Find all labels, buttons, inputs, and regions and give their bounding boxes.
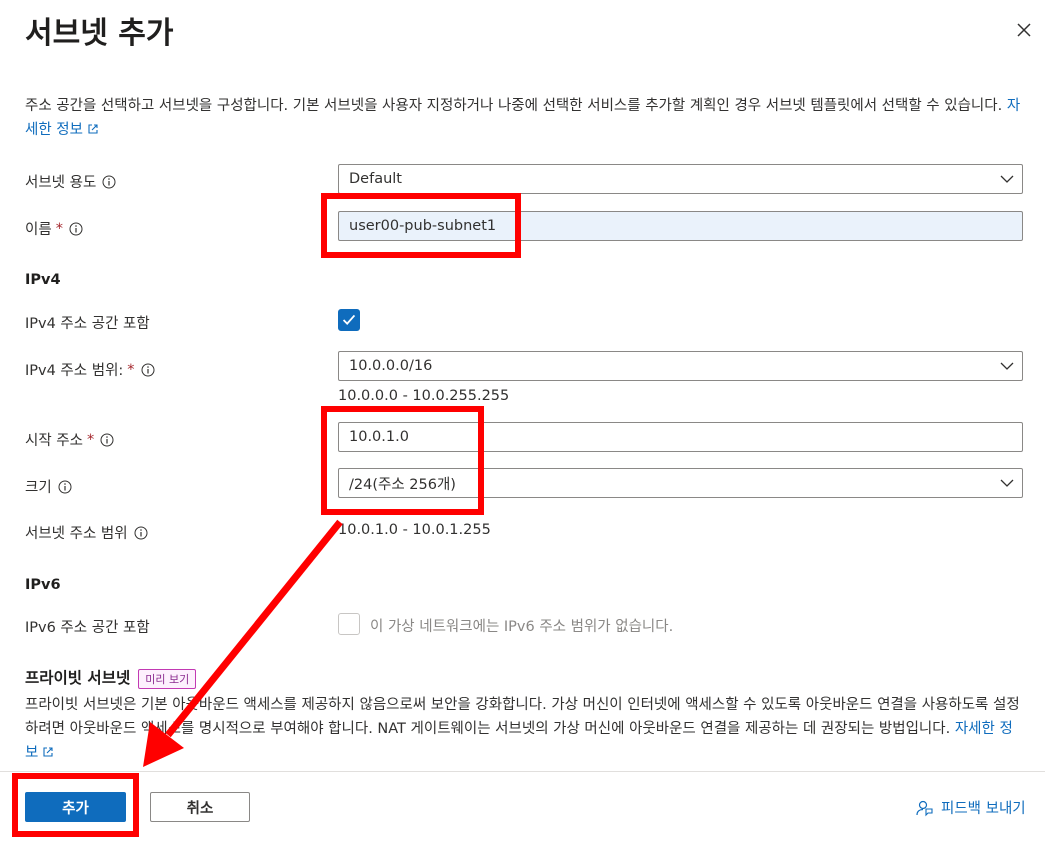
panel-description: 주소 공간을 선택하고 서브넷을 구성합니다. 기본 서브넷을 사용자 지정하거… [25,94,1025,142]
feedback-link[interactable]: 피드백 보내기 [915,797,1026,818]
info-icon[interactable] [100,433,114,447]
description-text: 주소 공간을 선택하고 서브넷을 구성합니다. 기본 서브넷을 사용자 지정하거… [25,98,1003,114]
subnet-range-label: 서브넷 주소 범위 [25,522,148,543]
size-select[interactable]: /24(주소 256개) [338,468,1023,498]
ipv6-section-title: IPv6 [25,577,61,593]
start-address-label: 시작 주소 * [25,429,114,450]
external-link-icon [88,124,98,134]
ipv4-range-label: IPv4 주소 범위: * [25,359,155,380]
feedback-icon [916,800,933,816]
info-icon[interactable] [69,222,83,236]
external-link-icon [43,747,53,757]
info-icon[interactable] [134,526,148,540]
subnet-purpose-label: 서브넷 용도 [25,171,116,192]
name-label: 이름 * [25,218,83,239]
private-subnet-title: 프라이빗 서브넷 미리 보기 [25,666,197,689]
ipv4-include-checkbox[interactable] [338,309,360,331]
required-mark: * [86,431,95,448]
preview-badge: 미리 보기 [138,669,197,689]
ipv4-include-label: IPv4 주소 공간 포함 [25,316,150,332]
required-mark: * [55,220,63,237]
subnet-range-value: 10.0.1.0 - 10.0.1.255 [338,522,491,538]
chevron-down-icon [1000,175,1014,183]
cancel-button[interactable]: 취소 [150,792,250,822]
ipv6-disabled-text: 이 가상 네트워크에는 IPv6 주소 범위가 없습니다. [370,619,674,635]
checkmark-icon [342,314,356,325]
close-icon[interactable] [1014,20,1034,40]
add-button[interactable]: 추가 [25,792,126,822]
ipv6-include-checkbox [338,613,360,635]
private-subnet-text: 프라이빗 서브넷은 기본 아웃바운드 액세스를 제공하지 않음으로써 보안을 강… [25,697,1020,737]
ipv6-include-label: IPv6 주소 공간 포함 [25,620,150,636]
subnet-name-input[interactable]: user00-pub-subnet1 [338,211,1023,241]
ipv4-range-hint: 10.0.0.0 - 10.0.255.255 [338,388,510,404]
chevron-down-icon [1000,362,1014,370]
size-label: 크기 [25,476,72,497]
chevron-down-icon [1000,479,1014,487]
required-mark: * [127,361,135,378]
panel-title: 서브넷 추가 [25,16,174,51]
ipv4-section-title: IPv4 [25,272,61,288]
footer-divider [0,771,1045,772]
subnet-purpose-select[interactable]: Default [338,164,1023,194]
info-icon[interactable] [58,480,72,494]
info-icon[interactable] [102,175,116,189]
private-subnet-description: 프라이빗 서브넷은 기본 아웃바운드 액세스를 제공하지 않음으로써 보안을 강… [25,693,1025,765]
ipv4-range-select[interactable]: 10.0.0.0/16 [338,351,1023,381]
start-address-input[interactable]: 10.0.1.0 [338,422,1023,452]
info-icon[interactable] [141,363,155,377]
